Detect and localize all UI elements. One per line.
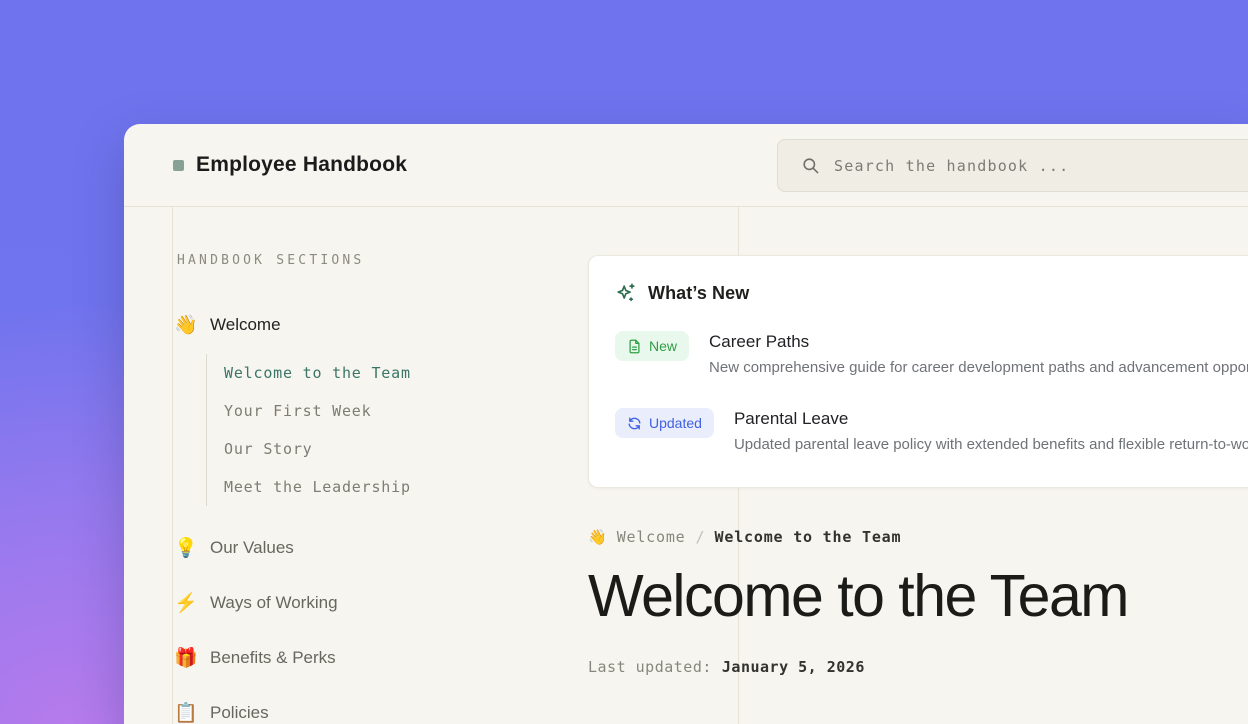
brand: Employee Handbook [173, 153, 407, 177]
sidebar-subitem-welcome-to-the-team[interactable]: Welcome to the Team [224, 354, 633, 392]
sidebar-item-benefits-perks[interactable]: 🎁 Benefits & Perks [173, 645, 633, 671]
sidebar-item-label: Ways of Working [210, 593, 338, 613]
badge-label: Updated [649, 415, 702, 431]
app-title: Employee Handbook [196, 153, 407, 177]
sidebar-heading: HANDBOOK SECTIONS [173, 253, 633, 268]
document-icon [627, 339, 642, 354]
sidebar-item-label: Policies [210, 703, 269, 723]
whats-new-header: What’s New [615, 282, 1248, 304]
app-header: Employee Handbook [124, 124, 1248, 207]
badge-label: New [649, 338, 677, 354]
breadcrumb-section[interactable]: Welcome [617, 528, 686, 546]
nav-section-benefits-perks: 🎁 Benefits & Perks [173, 645, 633, 671]
new-badge: New [615, 331, 689, 361]
gift-icon: 🎁 [174, 649, 198, 668]
whats-new-card: What’s New New Career Paths New comprehe… [588, 255, 1248, 488]
waving-hand-icon: 👋 [174, 316, 198, 335]
whats-new-title: What’s New [648, 283, 749, 304]
sidebar-subitem-your-first-week[interactable]: Your First Week [224, 392, 633, 430]
sidebar-item-label: Welcome [210, 315, 281, 335]
sidebar-item-policies[interactable]: 📋 Policies [173, 700, 633, 724]
sidebar-item-label: Benefits & Perks [210, 648, 336, 668]
main-content: What’s New New Career Paths New comprehe… [588, 207, 1248, 676]
news-item-title: Parental Leave [734, 408, 1248, 430]
last-updated-value: January 5, 2026 [722, 658, 865, 676]
sidebar-subitem-our-story[interactable]: Our Story [224, 430, 633, 468]
breadcrumb-current-page: Welcome to the Team [715, 528, 902, 546]
search-icon [801, 156, 820, 175]
nav-section-welcome: 👋 Welcome Welcome to the Team Your First… [173, 312, 633, 506]
sidebar-item-welcome[interactable]: 👋 Welcome [173, 312, 633, 338]
page-title: Welcome to the Team [588, 566, 1248, 628]
sidebar-nav: 👋 Welcome Welcome to the Team Your First… [173, 312, 633, 724]
refresh-icon [627, 416, 642, 431]
nav-section-our-values: 💡 Our Values [173, 535, 633, 561]
news-item-description: Updated parental leave policy with exten… [734, 435, 1248, 455]
app-logo-icon [173, 160, 184, 171]
clipboard-icon: 📋 [174, 704, 198, 723]
sparkles-icon [615, 282, 637, 304]
sidebar: HANDBOOK SECTIONS 👋 Welcome Welcome to t… [173, 207, 633, 724]
sidebar-item-label: Our Values [210, 538, 294, 558]
search-input[interactable] [834, 157, 1248, 175]
lightning-bolt-icon: ⚡ [174, 594, 198, 613]
news-item-description: New comprehensive guide for career devel… [709, 358, 1248, 378]
last-updated-label: Last updated: [588, 658, 712, 676]
news-item-career-paths[interactable]: New Career Paths New comprehensive guide… [615, 331, 1248, 378]
sidebar-item-ways-of-working[interactable]: ⚡ Ways of Working [173, 590, 633, 616]
waving-hand-icon: 👋 [588, 530, 607, 545]
nav-section-ways-of-working: ⚡ Ways of Working [173, 590, 633, 616]
last-updated: Last updated: January 5, 2026 [588, 658, 1248, 676]
handbook-window: Employee Handbook HANDBOOK SECTIONS 👋 We… [124, 124, 1248, 724]
nav-section-policies: 📋 Policies [173, 700, 633, 724]
light-bulb-icon: 💡 [174, 539, 198, 558]
welcome-sub-list: Welcome to the Team Your First Week Our … [206, 354, 633, 506]
search-bar[interactable] [777, 139, 1248, 192]
sidebar-subitem-meet-the-leadership[interactable]: Meet the Leadership [224, 468, 633, 506]
news-item-title: Career Paths [709, 331, 1248, 353]
news-text: Parental Leave Updated parental leave po… [734, 408, 1248, 455]
news-item-parental-leave[interactable]: Updated Parental Leave Updated parental … [615, 408, 1248, 455]
news-text: Career Paths New comprehensive guide for… [709, 331, 1248, 378]
updated-badge: Updated [615, 408, 714, 438]
breadcrumb-separator: / [696, 528, 705, 546]
sidebar-item-our-values[interactable]: 💡 Our Values [173, 535, 633, 561]
breadcrumb: 👋 Welcome / Welcome to the Team [588, 528, 1248, 546]
